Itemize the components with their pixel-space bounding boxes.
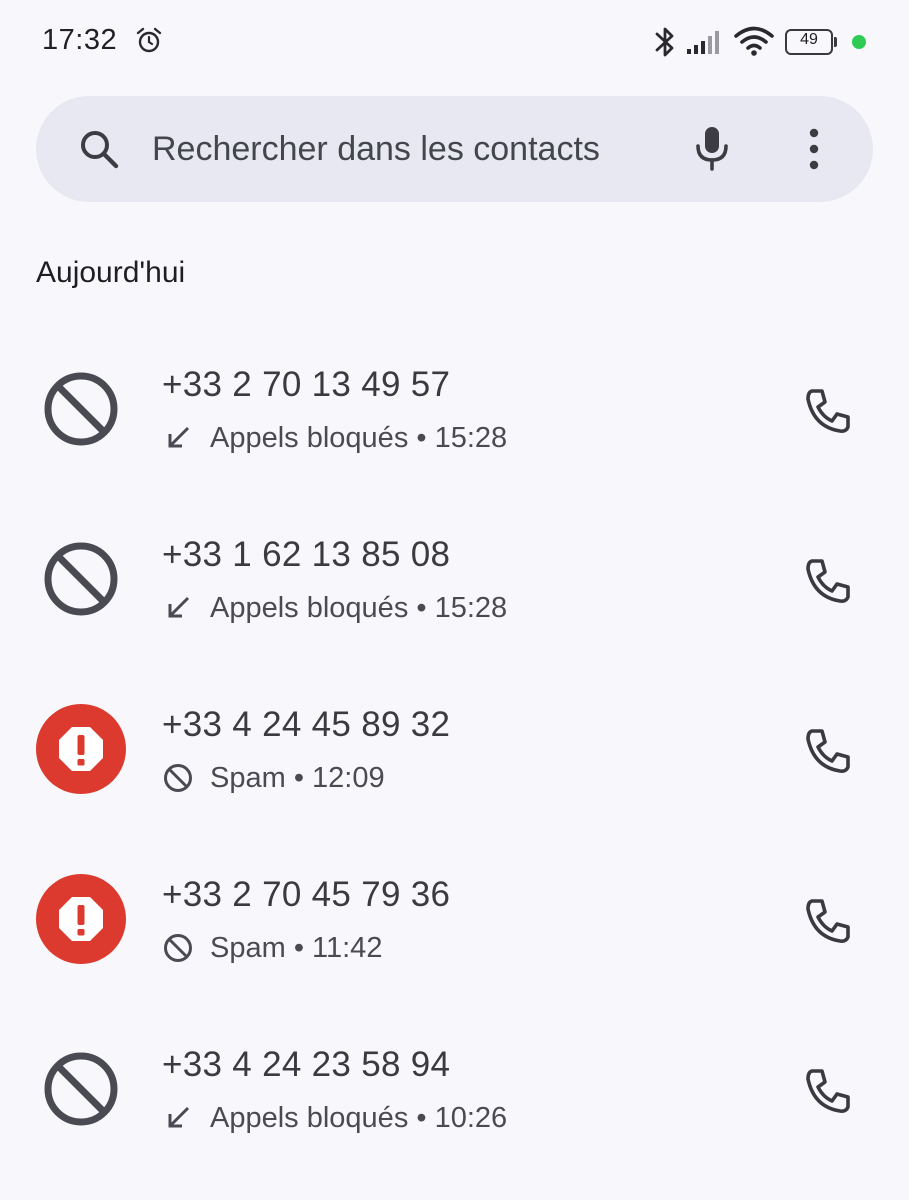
more-vert-icon[interactable] — [802, 128, 826, 170]
incoming-arrow-icon — [168, 596, 190, 618]
search-input[interactable] — [152, 128, 652, 170]
spam-warning-icon — [36, 704, 126, 794]
call-detail-text: Spam • 11:42 — [210, 931, 383, 964]
call-detail: Appels bloqués • 10:26 — [162, 1100, 507, 1136]
privacy-indicator-dot — [852, 35, 866, 49]
call-number: +33 4 24 45 89 32 — [162, 705, 451, 744]
call-detail-text: Appels bloqués • 15:28 — [210, 421, 508, 454]
call-log-row[interactable]: +33 1 62 13 85 08 Appels bloqués • 15:28 — [0, 495, 909, 665]
wifi-icon — [734, 26, 774, 56]
call-phone-icon[interactable] — [800, 383, 856, 439]
status-time: 17:32 — [42, 24, 118, 56]
small-block-icon — [164, 934, 192, 962]
call-number: +33 2 70 45 79 36 — [162, 875, 451, 914]
block-icon — [44, 372, 118, 446]
search-icon[interactable] — [78, 128, 120, 170]
call-number: +33 4 24 23 58 94 — [162, 1045, 451, 1084]
call-detail-text: Appels bloqués • 10:26 — [210, 1101, 508, 1134]
alarm-icon — [136, 27, 162, 53]
call-detail: Appels bloqués • 15:28 — [162, 590, 507, 626]
spam-warning-icon — [36, 874, 126, 964]
call-phone-icon[interactable] — [800, 553, 856, 609]
call-number: +33 1 62 13 85 08 — [162, 535, 451, 574]
mic-icon[interactable] — [692, 124, 732, 172]
block-icon — [44, 1052, 118, 1126]
bluetooth-icon — [655, 27, 674, 57]
incoming-arrow-icon — [168, 1106, 190, 1128]
section-header-today: Aujourd'hui — [36, 256, 186, 289]
call-phone-icon[interactable] — [800, 723, 856, 779]
call-phone-icon[interactable] — [800, 1063, 856, 1119]
block-icon — [44, 542, 118, 616]
signal-icon — [687, 31, 719, 54]
call-detail: Spam • 12:09 — [162, 760, 385, 796]
call-number: +33 2 70 13 49 57 — [162, 365, 451, 404]
battery-percent: 49 — [800, 31, 818, 48]
call-detail-text: Appels bloqués • 15:28 — [210, 591, 508, 624]
call-phone-icon[interactable] — [800, 893, 856, 949]
status-bar: 17:32 49 — [0, 0, 909, 86]
battery-tip — [834, 37, 837, 47]
search-bar[interactable] — [36, 96, 873, 202]
call-log-row[interactable]: +33 2 70 45 79 36 Spam • 11:42 — [0, 835, 909, 1005]
incoming-arrow-icon — [168, 426, 190, 448]
call-detail: Appels bloqués • 15:28 — [162, 420, 507, 456]
call-detail: Spam • 11:42 — [162, 930, 382, 966]
call-log-row[interactable]: +33 2 70 13 49 57 Appels bloqués • 15:28 — [0, 325, 909, 495]
call-log-row[interactable]: +33 4 24 23 58 94 Appels bloqués • 10:26 — [0, 1005, 909, 1175]
call-detail-text: Spam • 12:09 — [210, 761, 385, 794]
call-log-row[interactable]: +33 4 24 45 89 32 Spam • 12:09 — [0, 665, 909, 835]
battery-icon: 49 — [785, 29, 837, 55]
small-block-icon — [164, 764, 192, 792]
call-log-list: +33 2 70 13 49 57 Appels bloqués • 15:28… — [0, 325, 909, 1175]
